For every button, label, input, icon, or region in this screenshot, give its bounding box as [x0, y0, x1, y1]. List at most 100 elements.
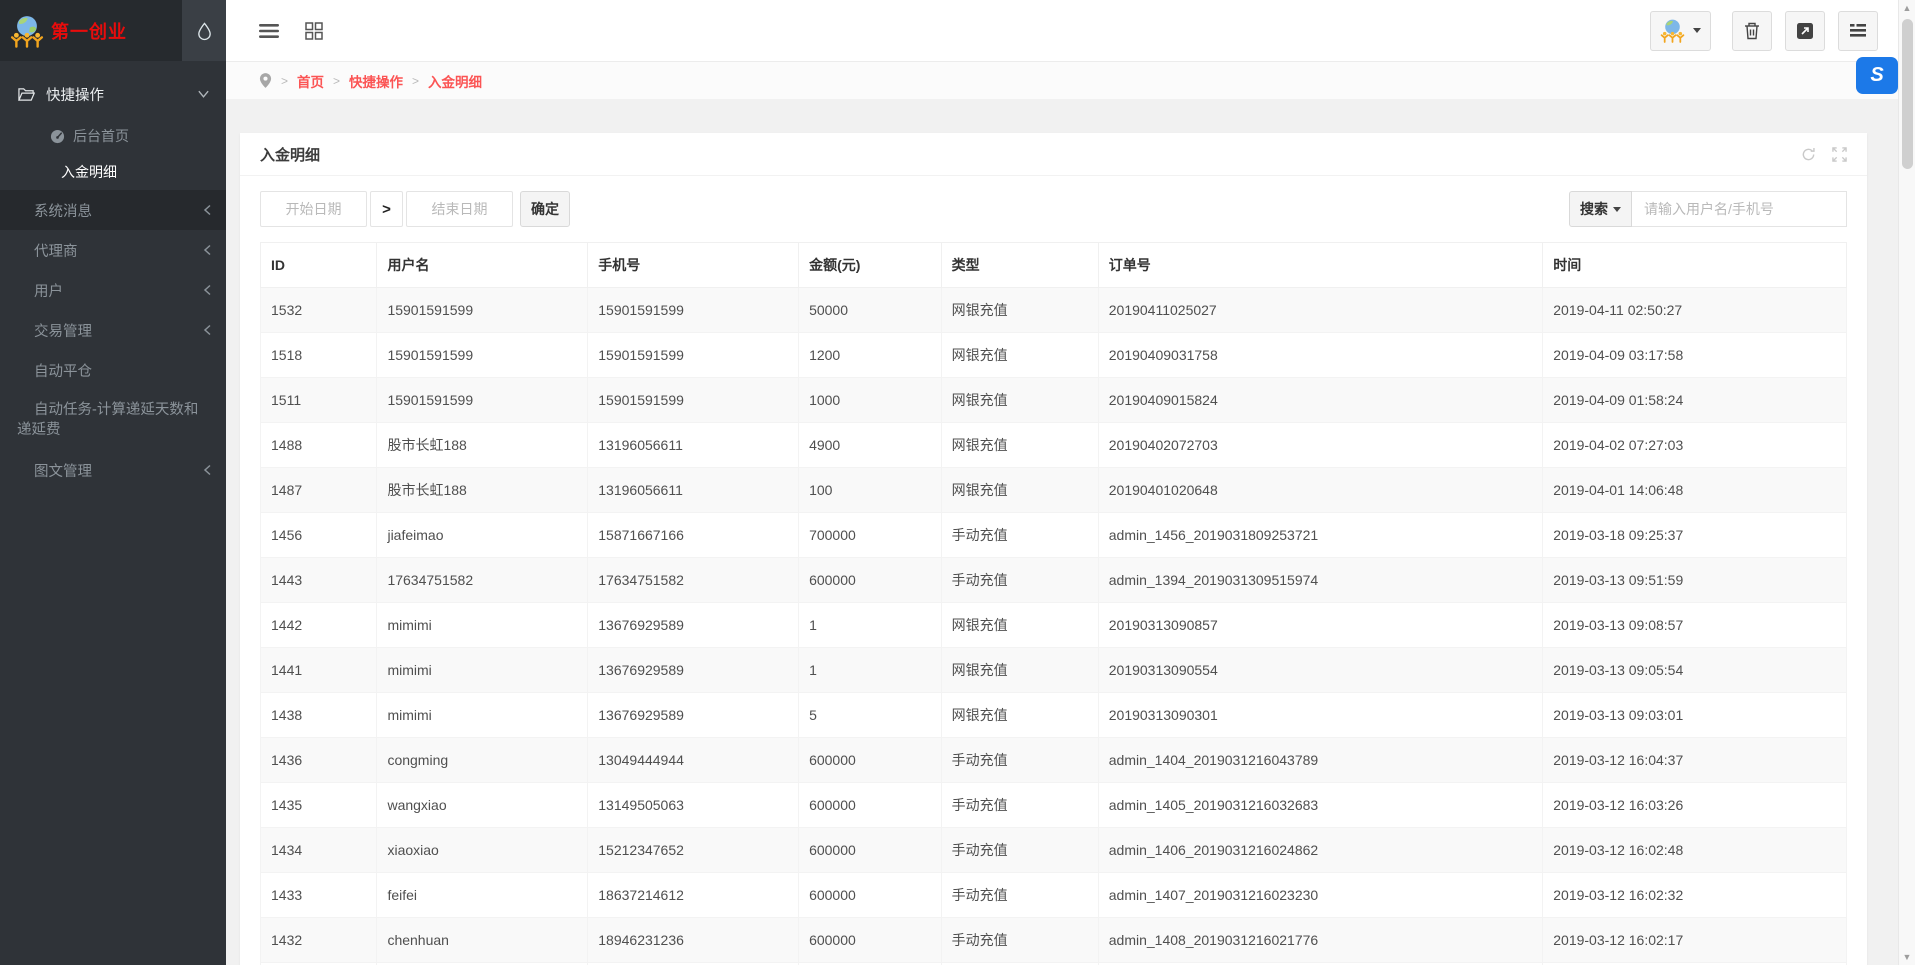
droplet-icon: [196, 21, 213, 41]
dashboard-icon: [50, 129, 65, 144]
table-row: 1432chenhuan18946231236600000手动充值admin_1…: [261, 918, 1847, 963]
sidebar-item[interactable]: 图文管理: [0, 450, 226, 490]
table-cell: 15871667166: [588, 513, 799, 558]
sidebar-nav: 快捷操作 后台首页 入金明细 系统消息代理商用户交易管理自动平仓自动任务-计算递…: [0, 61, 226, 490]
launch-icon: [1796, 22, 1814, 40]
table-cell: 20190409031758: [1098, 333, 1543, 378]
sidebar-item-label: 图文管理: [34, 460, 203, 481]
scroll-down-arrow[interactable]: ▼: [1903, 949, 1912, 965]
refresh-button[interactable]: [1801, 147, 1816, 162]
table-cell: 4900: [799, 423, 942, 468]
table-cell: admin_1456_2019031809253721: [1098, 513, 1543, 558]
table-cell: 1441: [261, 648, 377, 693]
user-avatar-button[interactable]: [1650, 11, 1711, 51]
droplet-button[interactable]: [182, 0, 226, 61]
confirm-button[interactable]: 确定: [520, 191, 570, 227]
breadcrumb-link[interactable]: 入金明细: [428, 71, 482, 91]
caret-down-icon: [1613, 207, 1621, 212]
logo-icon: [10, 14, 44, 48]
sidebar-item[interactable]: 自动平仓: [0, 350, 226, 390]
map-pin-icon: [259, 73, 272, 88]
table-cell: 13196056611: [588, 423, 799, 468]
apps-grid-button[interactable]: [305, 22, 323, 40]
table-cell: 600000: [799, 873, 942, 918]
date-range-button[interactable]: >: [370, 191, 403, 227]
menu-toggle-button[interactable]: [259, 23, 279, 39]
floating-extension-badge[interactable]: S: [1856, 57, 1898, 94]
table-cell: 20190409015824: [1098, 378, 1543, 423]
table-cell: 2019-03-12 16:02:32: [1543, 873, 1847, 918]
trash-button[interactable]: [1732, 11, 1772, 51]
table-cell: 15901591599: [588, 378, 799, 423]
table-cell: 2019-03-13 09:51:59: [1543, 558, 1847, 603]
scrollbar-thumb[interactable]: [1902, 19, 1913, 169]
brand[interactable]: 第一创业: [0, 0, 182, 61]
table-cell: 2019-03-12 16:04:37: [1543, 738, 1847, 783]
table-cell: 手动充值: [941, 783, 1098, 828]
app-window: 第一创业 快捷操作: [0, 0, 1915, 965]
table-cell: 1456: [261, 513, 377, 558]
search-type-button[interactable]: 搜索: [1569, 191, 1632, 227]
sidebar-item[interactable]: 用户: [0, 270, 226, 310]
table-cell: 网银充值: [941, 288, 1098, 333]
breadcrumb-link[interactable]: 快捷操作: [349, 71, 403, 91]
table-cell: 网银充值: [941, 603, 1098, 648]
end-date-input[interactable]: [406, 191, 513, 227]
sidebar-item[interactable]: 代理商: [0, 230, 226, 270]
table-cell: 17634751582: [588, 558, 799, 603]
table-cell: 2019-04-11 02:50:27: [1543, 288, 1847, 333]
launch-button[interactable]: [1785, 11, 1825, 51]
scroll-up-arrow[interactable]: ▲: [1903, 0, 1912, 16]
table-cell: 2019-03-13 09:08:57: [1543, 603, 1847, 648]
table-header-cell: 金额(元): [799, 243, 942, 288]
fullscreen-button[interactable]: [1832, 147, 1847, 162]
table-cell: 1442: [261, 603, 377, 648]
table-cell: mimimi: [377, 603, 588, 648]
chevron-down-icon: [197, 89, 210, 99]
table-cell: 20190313090554: [1098, 648, 1543, 693]
table-cell: jiafeimao: [377, 513, 588, 558]
table-header-cell: 用户名: [377, 243, 588, 288]
table-cell: 13676929589: [588, 603, 799, 648]
sidebar-item[interactable]: 自动任务-计算递延天数和递延费: [0, 390, 226, 450]
table-cell: 2019-04-09 01:58:24: [1543, 378, 1847, 423]
table-row: 1488股市长虹188131960566114900网银充值2019040207…: [261, 423, 1847, 468]
table-cell: xiaoxiao: [377, 828, 588, 873]
table-cell: 1200: [799, 333, 942, 378]
table-cell: 13676929589: [588, 693, 799, 738]
table-row: 151815901591599159015915991200网银充值201904…: [261, 333, 1847, 378]
sidebar-item[interactable]: 系统消息: [0, 190, 226, 230]
deposit-panel: 入金明细: [240, 133, 1867, 965]
breadcrumb-link[interactable]: 首页: [297, 71, 324, 91]
page-scrollbar[interactable]: ▲ ▼: [1898, 0, 1915, 965]
sidebar-item[interactable]: 交易管理: [0, 310, 226, 350]
search-input[interactable]: [1632, 191, 1847, 227]
table-cell: 5: [799, 693, 942, 738]
table-row: 1441mimimi136769295891网银充值20190313090554…: [261, 648, 1847, 693]
table-cell: 2019-03-13 09:05:54: [1543, 648, 1847, 693]
sidebar-item-dashboard[interactable]: 后台首页: [0, 118, 226, 154]
table-header-cell: 时间: [1543, 243, 1847, 288]
table-cell: 手动充值: [941, 513, 1098, 558]
sidebar-header: 第一创业: [0, 0, 226, 61]
breadcrumb-separator: >: [412, 74, 419, 88]
sidebar-item-quick-actions[interactable]: 快捷操作: [0, 70, 226, 118]
table-cell: 网银充值: [941, 423, 1098, 468]
control-sidebar-button[interactable]: [1838, 11, 1878, 51]
table-cell: 手动充值: [941, 873, 1098, 918]
table-row: 1456jiafeimao15871667166700000手动充值admin_…: [261, 513, 1847, 558]
table-cell: admin_1404_2019031216043789: [1098, 738, 1543, 783]
table-cell: 1438: [261, 693, 377, 738]
panel-header: 入金明细: [240, 133, 1867, 176]
table-row: 1487股市长虹18813196056611100网银充值20190401020…: [261, 468, 1847, 513]
expand-icon: [1832, 147, 1847, 162]
table-header-cell: 订单号: [1098, 243, 1543, 288]
table-cell: 1000: [799, 378, 942, 423]
table-cell: 1: [799, 648, 942, 693]
table-cell: admin_1405_2019031216032683: [1098, 783, 1543, 828]
start-date-input[interactable]: [260, 191, 367, 227]
table-cell: 2019-03-12 16:02:48: [1543, 828, 1847, 873]
sidebar-item-deposit-detail[interactable]: 入金明细: [0, 154, 226, 190]
table-cell: 20190401020648: [1098, 468, 1543, 513]
table-cell: admin_1394_2019031309515974: [1098, 558, 1543, 603]
